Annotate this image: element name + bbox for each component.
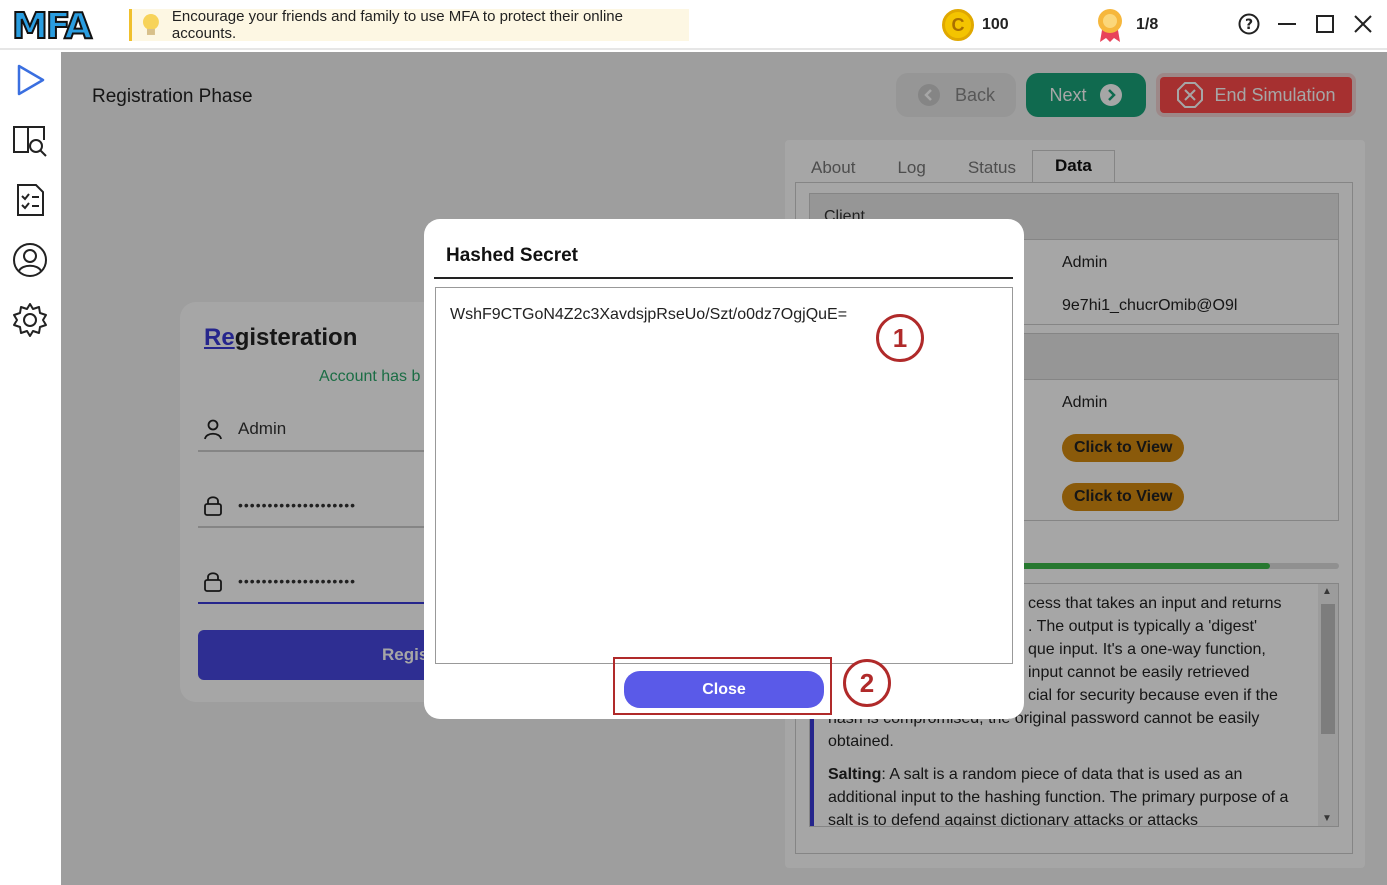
minimize-icon[interactable]	[1275, 12, 1299, 36]
svg-text:?: ?	[1245, 17, 1253, 33]
coin-icon: C	[942, 9, 974, 41]
checklist-icon[interactable]	[12, 182, 48, 218]
medal-icon	[1098, 9, 1122, 42]
window-controls: ?	[1237, 12, 1375, 36]
svg-text:MFA: MFA	[12, 6, 92, 42]
hashed-secret-value: WshF9CTGoN4Z2c3XavdsjpRseUo/Szt/o0dz7Ogj…	[450, 306, 848, 323]
user-icon[interactable]	[12, 242, 48, 278]
settings-icon[interactable]	[12, 302, 48, 338]
search-book-icon[interactable]	[12, 122, 48, 158]
tip-text: Encourage your friends and family to use…	[171, 8, 623, 42]
tip-banner: Encourage your friends and family to use…	[129, 8, 689, 42]
level-count: 1/8	[1136, 16, 1159, 33]
hashed-secret-dialog: Hashed Secret WshF9CTGoN4Z2c3XavdsjpRseU…	[424, 219, 1024, 719]
close-icon[interactable]	[1351, 12, 1375, 36]
coin-counter: C 100	[942, 9, 1009, 41]
dialog-title: Hashed Secret	[446, 245, 579, 266]
coin-count: 100	[982, 16, 1009, 33]
mfa-logo: MFA	[10, 6, 102, 42]
sidebar	[0, 50, 61, 885]
level-indicator: 1/8	[1096, 8, 1158, 42]
close-button[interactable]: Close	[624, 671, 824, 708]
play-icon[interactable]	[12, 62, 48, 98]
help-icon[interactable]: ?	[1237, 12, 1261, 36]
callout-marker-2: 2	[843, 659, 891, 707]
dialog-divider	[434, 277, 1013, 279]
maximize-icon[interactable]	[1313, 12, 1337, 36]
hashed-secret-textbox[interactable]: WshF9CTGoN4Z2c3XavdsjpRseUo/Szt/o0dz7Ogj…	[435, 287, 1013, 664]
callout-marker-1: 1	[876, 314, 924, 362]
title-bar: MFA Encourage your friends and family to…	[0, 0, 1387, 50]
lightbulb-icon	[142, 14, 159, 35]
